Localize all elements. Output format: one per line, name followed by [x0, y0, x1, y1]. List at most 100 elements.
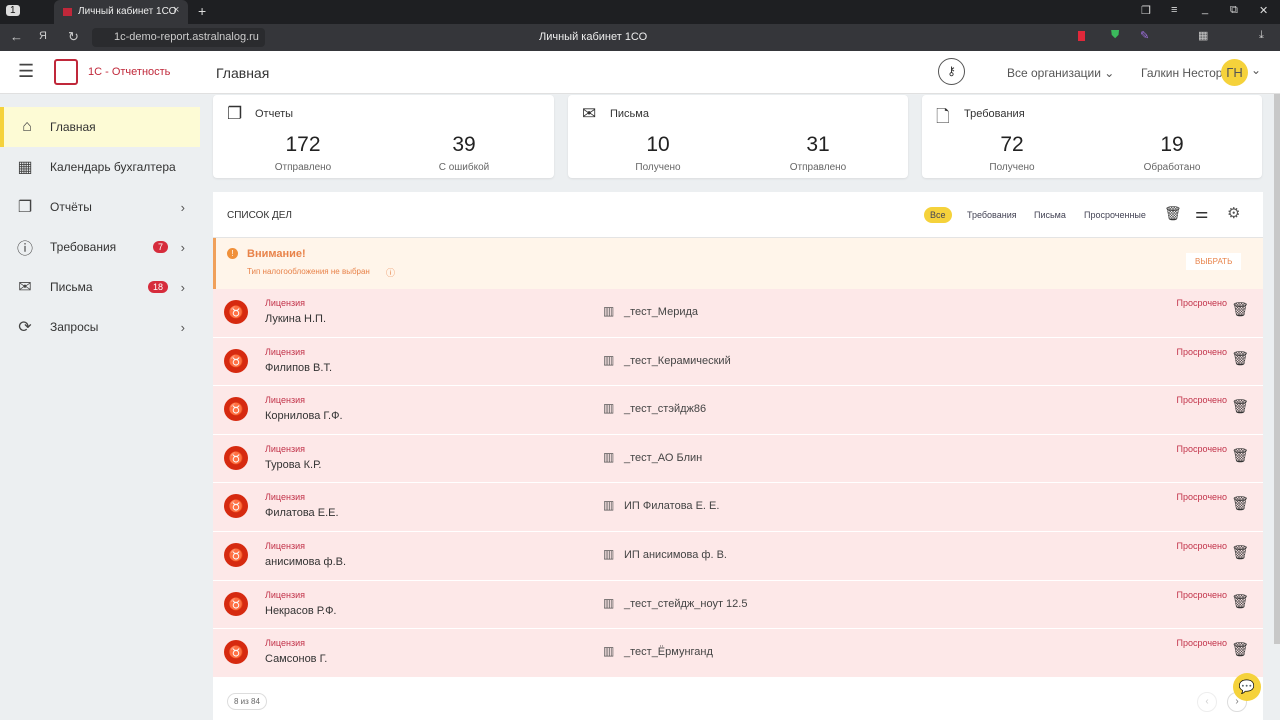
prev-page-button[interactable]: ‹	[1197, 692, 1217, 712]
select-button[interactable]: ВЫБРАТЬ	[1186, 253, 1242, 270]
filter-all[interactable]: Все	[924, 207, 952, 223]
tab-counter[interactable]: 1	[6, 5, 20, 16]
stat-label: Отправлено	[274, 162, 332, 173]
sidebar-item-label: Письма	[50, 280, 93, 294]
filter-sliders-icon[interactable]: ⚌	[1195, 204, 1208, 222]
task-row[interactable]: ♉ Лицензия Турова К.Р. ▥ _тест_АО Блин П…	[213, 434, 1263, 484]
delete-icon[interactable]: 🗑	[1231, 641, 1249, 658]
stat-sent[interactable]: 172 Отправлено	[243, 133, 363, 175]
menu-icon[interactable]: ≡	[1171, 4, 1177, 16]
task-list-title: СПИСОК ДЕЛ	[227, 210, 292, 221]
stat-value: 72	[1000, 133, 1024, 156]
calendar-icon: ▦	[17, 159, 33, 176]
scrollbar[interactable]	[1274, 94, 1280, 644]
sync-icon: ⟳	[18, 319, 32, 336]
sidebar-item-letters[interactable]: ✉ Письма 18 ›	[0, 267, 200, 307]
delete-icon[interactable]: 🗑	[1231, 544, 1249, 561]
stat-processed[interactable]: 19 Обработано	[1112, 133, 1232, 175]
stat-errors[interactable]: 39 С ошибкой	[404, 133, 524, 175]
requirements-card[interactable]: 🗋 Требования 72 Получено 19 Обработано	[922, 95, 1262, 178]
reload-icon[interactable]: ↻	[68, 29, 79, 45]
task-org: _тест_стейдж_ноут 12.5	[624, 597, 748, 610]
sidebar-item-requirements[interactable]: ⓘ Требования 7 ›	[0, 227, 200, 267]
brand-name[interactable]: 1С - Отчетность	[88, 66, 170, 78]
sidebar-item-reports[interactable]: ❐ Отчёты ›	[0, 187, 200, 227]
reports-card[interactable]: ❐ Отчеты 172 Отправлено 39 С ошибкой	[213, 95, 554, 178]
delete-icon[interactable]: 🗑	[1231, 495, 1249, 512]
warning-icon: !	[227, 248, 238, 259]
chat-button[interactable]: 💬	[1233, 673, 1261, 701]
feather-icon[interactable]: ✎	[1140, 29, 1149, 42]
key-icon[interactable]: ⚷	[938, 58, 965, 85]
download-icon[interactable]: ⤓	[1259, 29, 1264, 42]
collections-icon[interactable]: ❐	[1141, 4, 1151, 17]
filter-requirements[interactable]: Требования	[961, 207, 1023, 223]
license-icon: ♉	[224, 591, 248, 616]
browser-tab[interactable]: Личный кабинет 1СО ×	[54, 0, 188, 24]
close-window-icon[interactable]: ✕	[1259, 4, 1268, 17]
stat-value: 172	[285, 133, 321, 156]
new-tab-icon[interactable]: +	[198, 3, 206, 19]
delete-icon[interactable]: 🗑	[1231, 350, 1249, 367]
card-title: Требования	[964, 108, 1025, 120]
filter-overdue[interactable]: Просроченные	[1078, 207, 1152, 223]
task-status: Просрочено	[1176, 638, 1227, 649]
bookmark-icon[interactable]	[1078, 31, 1085, 41]
url-field[interactable]: 1c-demo-report.astralnalog.ru	[92, 28, 265, 47]
chevron-right-icon: ›	[180, 199, 185, 215]
pager-count: 8 из 84	[227, 693, 267, 710]
stat-received[interactable]: 72 Получено	[952, 133, 1072, 175]
license-icon: ♉	[224, 543, 248, 567]
yandex-icon[interactable]: Я	[39, 30, 47, 42]
task-person: Самсонов Г.	[265, 653, 328, 666]
task-person: Некрасов Р.Ф.	[265, 604, 337, 617]
license-icon: ♉	[224, 348, 248, 373]
task-row[interactable]: ♉ Лицензия анисимова ф.В. ▥ ИП анисимова…	[213, 532, 1263, 581]
task-row[interactable]: ♉ Лицензия Корнилова Г.Ф. ▥ _тест_стэйдж…	[213, 386, 1263, 435]
chevron-down-icon: ⌄	[1104, 66, 1115, 80]
filter-letters[interactable]: Письма	[1028, 207, 1072, 223]
task-status: Просрочено	[1176, 298, 1227, 308]
minimize-icon[interactable]: _	[1202, 3, 1208, 15]
user-menu-chevron-icon[interactable]: ⌄	[1251, 63, 1261, 77]
task-row[interactable]: ♉ Лицензия Самсонов Г. ▥ _тест_Ёрмунганд…	[213, 629, 1263, 678]
task-row[interactable]: ♉ Лицензия Лукина Н.П. ▥ _тест_Мерида Пр…	[213, 289, 1263, 338]
stat-received[interactable]: 10 Получено	[598, 133, 718, 175]
delete-icon[interactable]: 🗑	[1231, 301, 1249, 318]
license-icon: ♉	[224, 494, 248, 519]
building-icon: ▥	[603, 498, 615, 513]
warning-title: Внимание!	[247, 248, 306, 260]
task-row[interactable]: ♉ Лицензия Филатова Е.Е. ▥ ИП Филатова Е…	[213, 483, 1263, 532]
task-row[interactable]: ♉ Лицензия Некрасов Р.Ф. ▥ _тест_стейдж_…	[213, 580, 1263, 630]
letters-card[interactable]: ✉ Письма 10 Получено 31 Отправлено	[568, 95, 908, 178]
task-status: Просрочено	[1176, 395, 1227, 406]
task-person: Филатова Е.Е.	[265, 507, 339, 520]
shield-icon[interactable]: ⛊	[1111, 29, 1119, 42]
org-select[interactable]: Все организации ⌄	[1007, 66, 1114, 80]
delete-icon[interactable]: 🗑	[1231, 398, 1249, 415]
user-name[interactable]: Галкин Нестор	[1141, 66, 1222, 80]
delete-icon[interactable]: 🗑	[1231, 593, 1249, 610]
trash-icon[interactable]: 🗑	[1164, 205, 1182, 222]
task-person: Турова К.Р.	[265, 458, 322, 471]
sidebar-item-requests[interactable]: ⟳ Запросы ›	[0, 307, 200, 347]
building-icon: ▥	[603, 401, 615, 416]
sidebar-item-calendar[interactable]: ▦ Календарь бухгалтера	[0, 147, 200, 187]
task-status: Просрочено	[1176, 492, 1227, 503]
extension-icon[interactable]: ▦	[1198, 29, 1208, 42]
hamburger-menu-icon[interactable]: ☰	[18, 61, 34, 82]
sidebar-item-home[interactable]: ⌂ Главная	[0, 107, 200, 147]
task-row[interactable]: ♉ Лицензия Филипов В.Т. ▥ _тест_Керамиче…	[213, 337, 1263, 387]
document-alert-icon: 🗋	[936, 107, 950, 126]
delete-icon[interactable]: 🗑	[1231, 447, 1249, 464]
avatar[interactable]: ГН	[1221, 59, 1248, 86]
close-tab-icon[interactable]: ×	[173, 4, 179, 16]
mail-icon: ✉	[18, 279, 32, 296]
back-icon[interactable]: ←	[10, 29, 23, 44]
stat-value: 10	[646, 133, 670, 156]
page-title: Личный кабинет 1СО	[539, 31, 648, 43]
gear-icon[interactable]: ⚙	[1227, 204, 1240, 222]
info-icon[interactable]: ⓘ	[386, 266, 395, 279]
restore-icon[interactable]: ⧉	[1230, 4, 1238, 17]
stat-sent[interactable]: 31 Отправлено	[758, 133, 878, 175]
